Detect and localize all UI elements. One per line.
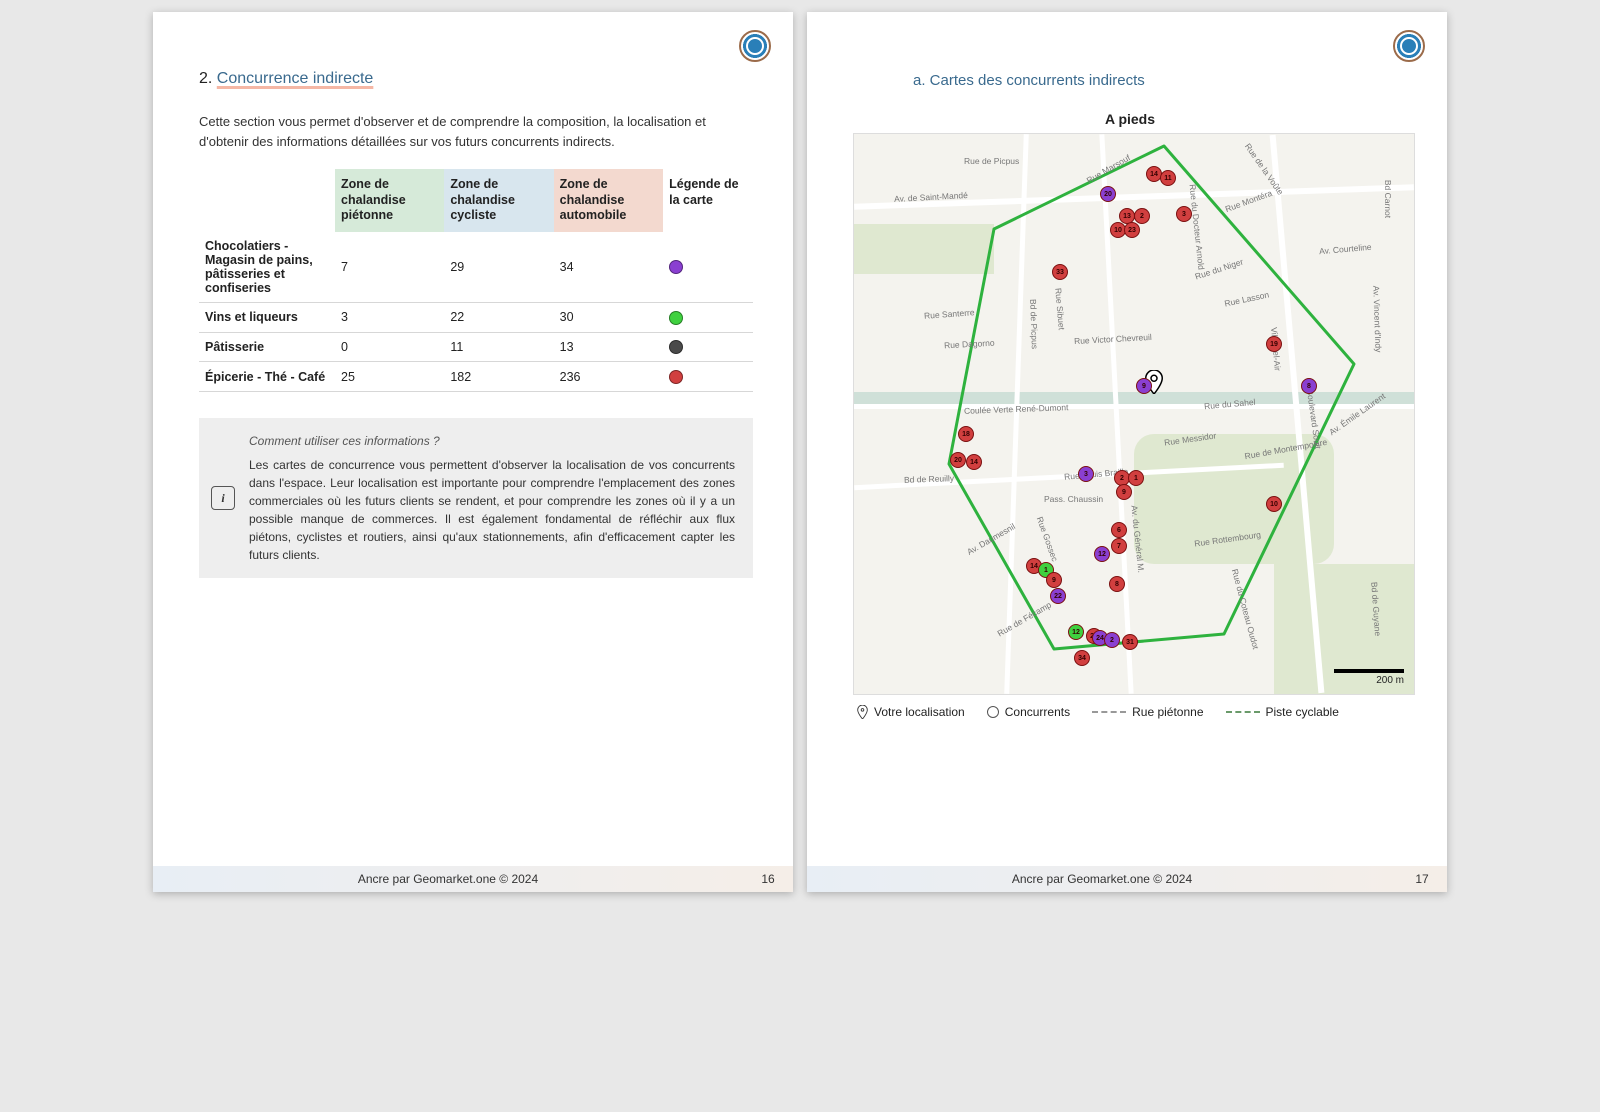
scale-label: 200 m [1376, 675, 1404, 686]
competitor-pin: 3 [1078, 466, 1094, 482]
road-label: Pass. Chaussin [1044, 494, 1103, 504]
page-footer: Ancre par Geomarket.one © 2024 17 [807, 866, 1447, 892]
cell-z2: 22 [444, 302, 553, 332]
row-label: Vins et liqueurs [199, 302, 335, 332]
row-label: Épicerie - Thé - Café [199, 362, 335, 392]
competitor-pin: 34 [1074, 650, 1090, 666]
road-label: Bd de Reuilly [904, 473, 954, 485]
competitor-pin: 7 [1111, 538, 1127, 554]
circle-icon [987, 706, 999, 718]
legend-competitors: Concurrents [1005, 705, 1070, 719]
competitor-pin: 19 [1266, 336, 1282, 352]
competitor-pin: 9 [1046, 572, 1062, 588]
competitor-pin: 20 [1100, 186, 1116, 202]
competitor-pin: 1 [1128, 470, 1144, 486]
cell-z3: 236 [554, 362, 663, 392]
competitor-pin: 10 [1266, 496, 1282, 512]
map-legend: Votre localisation Concurrents Rue piéto… [857, 705, 1403, 719]
cell-z1: 25 [335, 362, 444, 392]
info-title: Comment utiliser ces informations ? [249, 432, 735, 450]
road-label: Bd de Picpus [1028, 299, 1040, 349]
competitor-pin: 9 [1116, 484, 1132, 500]
cell-z3: 13 [554, 332, 663, 362]
table-row: Chocolatiers - Magasin de pains, pâtisse… [199, 232, 753, 303]
cell-z1: 3 [335, 302, 444, 332]
page-number: 17 [1397, 872, 1447, 886]
col-zone-cycliste: Zone de chalandise cycliste [444, 169, 553, 232]
dash-icon [1092, 711, 1126, 713]
cell-z3: 34 [554, 232, 663, 303]
road-label: Rue de Picpus [964, 156, 1019, 166]
row-label: Chocolatiers - Magasin de pains, pâtisse… [199, 232, 335, 303]
competitor-pin: 22 [1050, 588, 1066, 604]
competitor-pin: 20 [950, 452, 966, 468]
competition-table: Zone de chalandise piétonne Zone de chal… [199, 169, 753, 392]
competitor-pin: 23 [1124, 222, 1140, 238]
cell-legend [663, 362, 753, 392]
competitor-pin: 8 [1301, 378, 1317, 394]
cell-legend [663, 302, 753, 332]
col-zone-pietonne: Zone de chalandise piétonne [335, 169, 444, 232]
cell-z1: 0 [335, 332, 444, 362]
map-title: A pieds [853, 111, 1407, 127]
col-zone-auto: Zone de chalandise automobile [554, 169, 663, 232]
legend-bike: Piste cyclable [1266, 705, 1339, 719]
table-row: Vins et liqueurs32230 [199, 302, 753, 332]
competitor-pin: 11 [1160, 170, 1176, 186]
competitor-pin: 12 [1068, 624, 1084, 640]
cell-z2: 29 [444, 232, 553, 303]
cell-legend [663, 332, 753, 362]
pin-icon [857, 705, 868, 719]
brand-logo-icon [739, 30, 771, 62]
competitor-pin: 3 [1176, 206, 1192, 222]
subsection-heading: a. Cartes des concurrents indirects [913, 72, 1407, 89]
section-number: 2. [199, 70, 212, 87]
map-scale: 200 m [1334, 669, 1404, 686]
page-number: 16 [743, 872, 793, 886]
legend-dot-icon [669, 370, 683, 384]
info-body: Les cartes de concurrence vous permetten… [249, 456, 735, 564]
col-legend: Légende de la carte [663, 169, 753, 232]
cell-legend [663, 232, 753, 303]
competitor-pin: 8 [1109, 576, 1125, 592]
row-label: Pâtisserie [199, 332, 335, 362]
competitor-pin: 2 [1104, 632, 1120, 648]
competitor-pin: 6 [1111, 522, 1127, 538]
page-16: 2. Concurrence indirecte Cette section v… [153, 12, 793, 892]
competitor-pin: 9 [1136, 378, 1152, 394]
competitor-pin: 12 [1094, 546, 1110, 562]
competitor-pin: 31 [1122, 634, 1138, 650]
cell-z2: 11 [444, 332, 553, 362]
brand-logo-icon [1393, 30, 1425, 62]
legend-dot-icon [669, 311, 683, 325]
legend-location: Votre localisation [874, 705, 965, 719]
legend-dot-icon [669, 260, 683, 274]
page-footer: Ancre par Geomarket.one © 2024 16 [153, 866, 793, 892]
cell-z1: 7 [335, 232, 444, 303]
legend-dot-icon [669, 340, 683, 354]
dash-icon [1226, 711, 1260, 713]
road-label: Bd Carnot [1383, 180, 1393, 218]
table-row: Épicerie - Thé - Café25182236 [199, 362, 753, 392]
section-intro: Cette section vous permet d'observer et … [199, 112, 753, 151]
info-icon: i [211, 486, 235, 510]
competitor-pin: 2 [1134, 208, 1150, 224]
footer-text: Ancre par Geomarket.one © 2024 [807, 872, 1397, 886]
page-17: a. Cartes des concurrents indirects A pi… [807, 12, 1447, 892]
cell-z3: 30 [554, 302, 663, 332]
competitor-pin: 18 [958, 426, 974, 442]
table-row: Pâtisserie01113 [199, 332, 753, 362]
footer-text: Ancre par Geomarket.one © 2024 [153, 872, 743, 886]
section-title: Concurrence indirecte [217, 70, 374, 87]
legend-pedestrian: Rue piétonne [1132, 705, 1203, 719]
cell-z2: 182 [444, 362, 553, 392]
competitor-map: 200 m Av. de Saint-MandéRue de PicpusRue… [853, 133, 1415, 695]
section-heading: 2. Concurrence indirecte [199, 70, 753, 88]
info-box: i Comment utiliser ces informations ? Le… [199, 418, 753, 578]
competitor-pin: 33 [1052, 264, 1068, 280]
competitor-pin: 14 [966, 454, 982, 470]
